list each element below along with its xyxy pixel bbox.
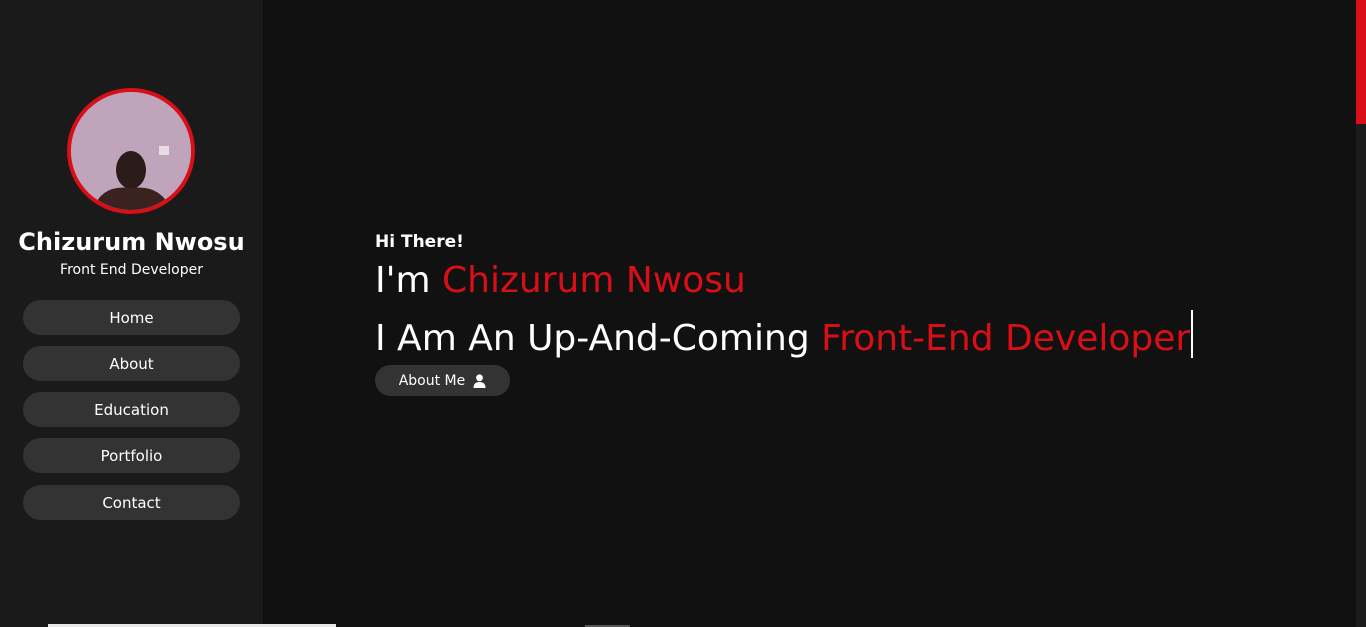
page: Chizurum Nwosu Front End Developer Home … [0, 0, 1366, 627]
tagline-heading: I Am An Up-And-Coming Front-End Develope… [375, 310, 1194, 359]
about-me-label: About Me [398, 372, 466, 389]
intro-name: Chizurum Nwosu [442, 260, 746, 301]
typing-caret [1191, 310, 1194, 358]
sidebar: Chizurum Nwosu Front End Developer Home … [0, 0, 263, 627]
scrollbar-track[interactable] [1356, 0, 1366, 627]
about-me-button[interactable]: About Me [375, 365, 510, 396]
greeting: Hi There! [375, 232, 464, 252]
user-icon [473, 373, 486, 388]
intro-heading: I'm Chizurum Nwosu [375, 260, 746, 301]
intro-prefix: I'm [375, 260, 443, 301]
nav-home[interactable]: Home [23, 300, 240, 335]
profile-role: Front End Developer [60, 262, 203, 278]
avatar [67, 88, 195, 214]
nav-portfolio[interactable]: Portfolio [23, 438, 240, 473]
scrollbar-thumb[interactable] [1356, 0, 1366, 124]
nav-contact[interactable]: Contact [23, 485, 240, 520]
profile-photo [71, 92, 191, 210]
profile-name: Chizurum Nwosu [18, 228, 245, 256]
nav-about[interactable]: About [23, 346, 240, 381]
tagline-role: Front-End Developer [821, 318, 1191, 359]
nav-education[interactable]: Education [23, 392, 240, 427]
tagline-prefix: I Am An Up-And-Coming [375, 318, 822, 359]
